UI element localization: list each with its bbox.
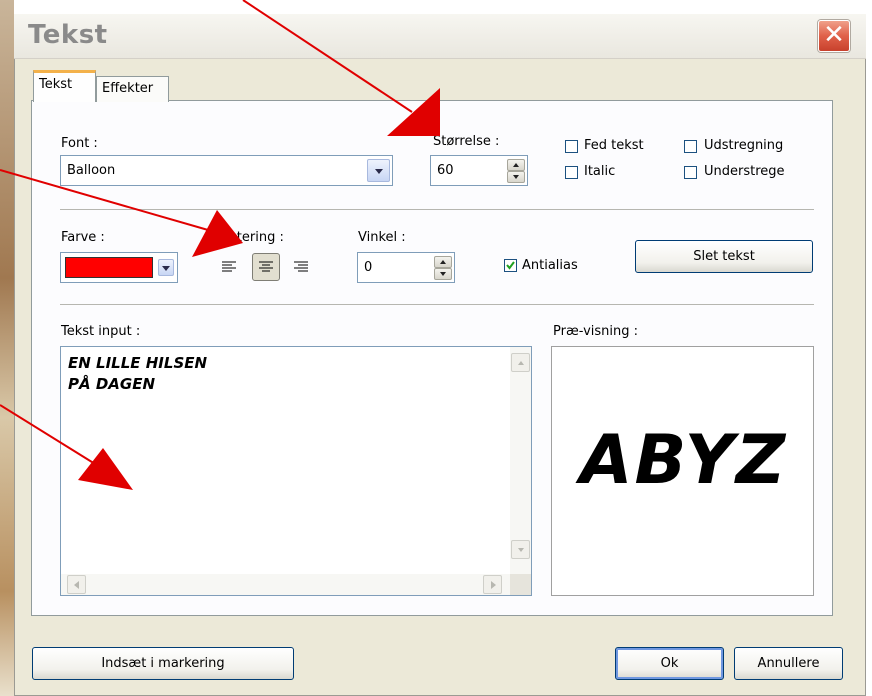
angle-up-icon[interactable]: [434, 256, 452, 268]
scroll-up-icon[interactable]: [511, 353, 530, 372]
angle-input[interactable]: 0: [357, 252, 455, 283]
title-bar: [14, 14, 866, 59]
close-button[interactable]: ✕: [818, 20, 850, 52]
window-title: Tekst: [28, 20, 108, 50]
divider: [60, 209, 814, 210]
antialias-checkbox[interactable]: [504, 259, 517, 272]
color-swatch: [65, 257, 153, 278]
angle-down-icon[interactable]: [434, 268, 452, 280]
right-align-icon[interactable]: [290, 256, 312, 278]
center-align-icon[interactable]: [252, 253, 280, 281]
bold-checkbox[interactable]: [565, 140, 578, 153]
ok-button[interactable]: Ok: [615, 647, 724, 680]
scrollbar-corner: [510, 574, 531, 595]
background-photo-strip: [0, 0, 14, 696]
font-select[interactable]: Balloon: [60, 155, 393, 186]
color-select[interactable]: [60, 252, 178, 283]
size-value: 60: [437, 163, 454, 178]
text-input-content: EN LILLE HILSEN PÅ DAGEN: [68, 353, 207, 395]
italic-checkbox[interactable]: [565, 166, 578, 179]
tab-tekst[interactable]: Tekst: [33, 70, 96, 102]
underline-label: Understrege: [704, 164, 785, 179]
preview-label: Præ-visning :: [553, 324, 638, 339]
check-icon: [506, 261, 515, 270]
text-input-area[interactable]: EN LILLE HILSEN PÅ DAGEN: [60, 346, 532, 596]
angle-label: Vinkel :: [358, 230, 406, 245]
insert-in-selection-button[interactable]: Indsæt i markering: [32, 647, 294, 680]
italic-label: Italic: [584, 164, 616, 179]
font-value: Balloon: [67, 163, 116, 178]
scroll-right-icon[interactable]: [483, 575, 502, 594]
text-input-label: Tekst input :: [61, 324, 141, 339]
size-label: Størrelse :: [433, 134, 500, 149]
text-line: PÅ DAGEN: [68, 375, 155, 393]
vertical-scrollbar[interactable]: [510, 347, 531, 574]
tab-effekter[interactable]: Effekter: [96, 76, 169, 102]
chevron-down-icon[interactable]: [367, 159, 390, 182]
strikethrough-label: Udstregning: [704, 138, 784, 153]
scroll-left-icon[interactable]: [67, 575, 86, 594]
text-line: EN LILLE HILSEN: [68, 354, 208, 372]
close-icon: ✕: [823, 20, 845, 50]
left-align-icon[interactable]: [218, 256, 240, 278]
cancel-button[interactable]: Annullere: [734, 647, 843, 680]
chevron-down-icon[interactable]: [158, 259, 174, 276]
divider: [60, 304, 814, 305]
font-label: Font :: [61, 136, 98, 151]
bold-label: Fed tekst: [584, 138, 644, 153]
underline-checkbox[interactable]: [684, 166, 697, 179]
scroll-down-icon[interactable]: [511, 540, 530, 559]
size-down-icon[interactable]: [507, 171, 525, 183]
angle-value: 0: [364, 260, 373, 275]
preview-box: ABYZ: [551, 346, 814, 596]
strikethrough-checkbox[interactable]: [684, 140, 697, 153]
color-label: Farve :: [61, 230, 105, 245]
preview-text: ABYZ: [579, 421, 788, 500]
size-up-icon[interactable]: [507, 159, 525, 171]
alignment-label: stering :: [230, 230, 284, 245]
antialias-label: Antialias: [522, 258, 578, 273]
delete-text-button[interactable]: Slet tekst: [635, 240, 813, 273]
horizontal-scrollbar[interactable]: [61, 574, 510, 595]
size-input[interactable]: 60: [430, 155, 528, 186]
